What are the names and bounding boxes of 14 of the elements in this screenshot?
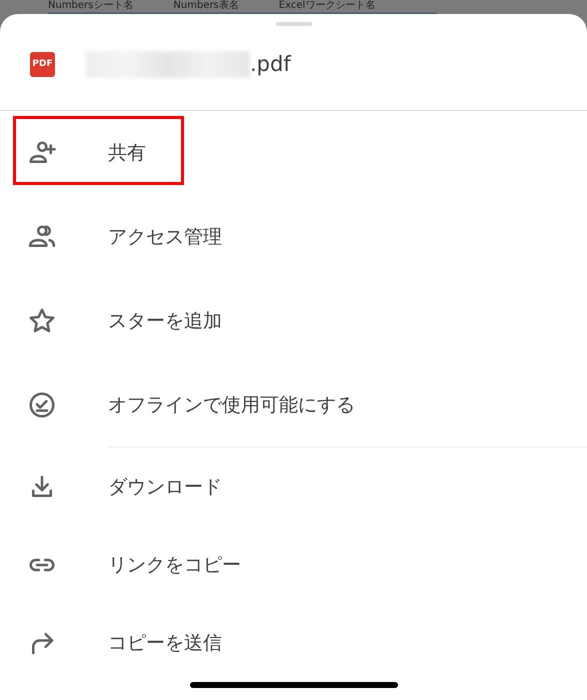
menu-item[interactable]: アクセス管理 <box>108 224 222 250</box>
menu-item[interactable]: ダウンロード <box>108 474 222 500</box>
menu-item[interactable]: スターを追加 <box>108 308 222 334</box>
file-name: .pdf <box>250 52 291 76</box>
column-header: Numbers表名 <box>173 0 239 12</box>
column-header: Excelワークシート名 <box>278 0 376 12</box>
menu-item[interactable]: 共有 <box>108 140 146 166</box>
pdf-file-icon: PDF <box>30 52 55 76</box>
drag-handle[interactable] <box>276 22 312 26</box>
check-circle-icon <box>27 390 57 420</box>
column-header: Numbersシート名 <box>48 0 134 12</box>
menu-item[interactable]: リンクをコピー <box>108 552 241 578</box>
menu-item[interactable]: オフラインで使用可能にする <box>108 392 355 418</box>
menu-item[interactable]: コピーを送信 <box>108 630 222 656</box>
